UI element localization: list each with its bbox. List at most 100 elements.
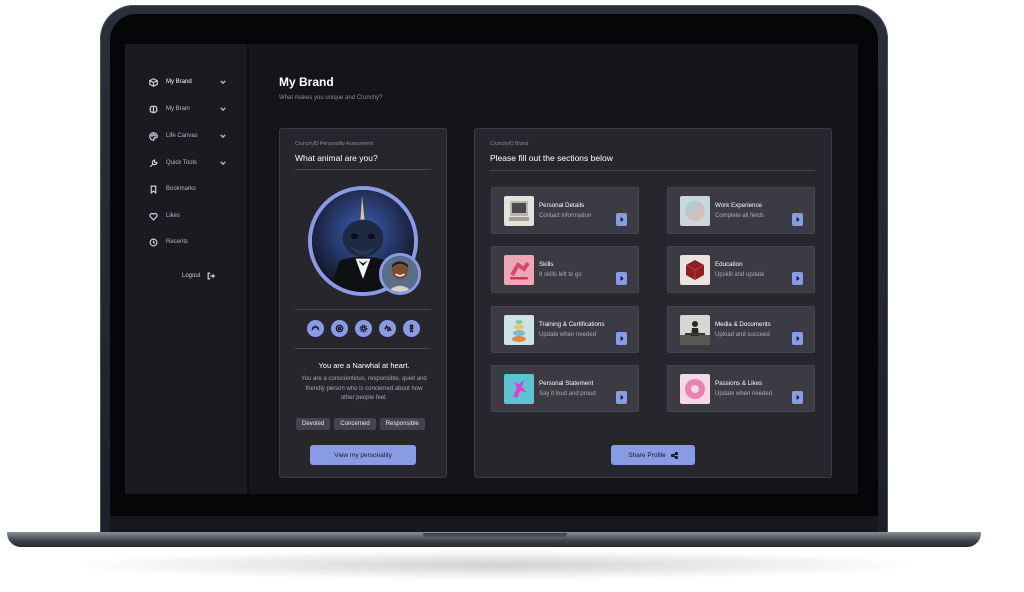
sidebar-item-label: Quick Tools	[166, 160, 197, 166]
donut-thumbnail	[680, 374, 710, 404]
sidebar-item-label: My Brand	[166, 79, 192, 85]
sidebar-item-label: Bookmarks	[166, 186, 197, 192]
personality-panel: CrunchyID Personality Assessment What an…	[279, 128, 447, 478]
cube-icon	[147, 76, 159, 88]
trait-tag: Devoted	[296, 418, 331, 430]
share-profile-label: Share Profile	[628, 451, 666, 459]
brand-kicker: CrunchyID Brand	[490, 141, 529, 147]
logout-icon	[207, 272, 216, 280]
sidebar-item-life-canvas[interactable]: Life Canvas	[147, 128, 227, 144]
chevron-down-icon[interactable]	[219, 132, 227, 140]
computer-thumbnail	[504, 196, 534, 226]
gear-icon[interactable]	[355, 320, 372, 337]
bookmark-icon	[147, 183, 159, 195]
wrench-icon	[147, 157, 159, 169]
chevron-right-icon[interactable]	[616, 272, 627, 285]
sidebar-item-label: My Brain	[166, 106, 190, 112]
section-card-training-certifications[interactable]: Training & Certifications Update when ne…	[491, 306, 639, 353]
card-title: Education	[715, 261, 743, 268]
page-subtitle: What makes you unique and Crunchy?	[279, 95, 383, 101]
card-title: Work Experience	[715, 202, 762, 209]
trait-tag: Concerned	[334, 418, 376, 430]
chevron-right-icon[interactable]	[792, 391, 803, 404]
chevron-down-icon[interactable]	[219, 78, 227, 86]
section-card-passions-likes[interactable]: Passions & Likes Update when needed	[667, 365, 815, 412]
section-card-education[interactable]: Education Upskill and update	[667, 246, 815, 293]
sunrise-icon[interactable]	[307, 320, 324, 337]
chevron-down-icon[interactable]	[219, 105, 227, 113]
chevron-right-icon[interactable]	[616, 332, 627, 345]
red-cube-thumbnail	[680, 255, 710, 285]
skateboarder-thumbnail	[504, 255, 534, 285]
card-subtitle: Upload and succeed	[715, 332, 770, 338]
sidebar: My Brand My Brain Life Canvas Quick Tool…	[125, 44, 249, 494]
chevron-right-icon[interactable]	[616, 213, 627, 226]
figure-thumbnail	[680, 315, 710, 345]
chevron-right-icon[interactable]	[792, 272, 803, 285]
section-card-personal-details[interactable]: Personal Details Contact information	[491, 187, 639, 234]
section-card-skills[interactable]: Skills 8 skills left to go	[491, 246, 639, 293]
person-icon[interactable]	[403, 320, 420, 337]
divider	[295, 169, 431, 170]
chevron-right-icon[interactable]	[792, 332, 803, 345]
gradient-sphere-thumbnail	[680, 196, 710, 226]
laptop-notch	[423, 533, 567, 539]
heart-icon	[147, 210, 159, 222]
card-subtitle: Update when needed	[539, 332, 597, 338]
user-avatar[interactable]	[379, 253, 421, 295]
sidebar-item-label: Likes	[166, 213, 181, 219]
sidebar-item-likes[interactable]: Likes	[147, 208, 227, 224]
trait-tags: Devoted Concerned Responsible	[296, 418, 425, 430]
view-personality-button[interactable]: View my personality	[310, 445, 416, 465]
sidebar-item-my-brain[interactable]: My Brain	[147, 101, 227, 117]
app-screen: My Brand My Brain Life Canvas Quick Tool…	[125, 44, 858, 494]
chevron-down-icon[interactable]	[219, 159, 227, 167]
sidebar-item-bookmarks[interactable]: Bookmarks	[147, 181, 227, 197]
card-title: Skills	[539, 261, 554, 268]
card-title: Passions & Likes	[715, 380, 763, 387]
result-description: You are a conscientious, responsible, qu…	[301, 376, 427, 401]
sidebar-item-my-brand[interactable]: My Brand	[147, 74, 227, 90]
target-icon[interactable]	[331, 320, 348, 337]
card-title: Personal Details	[539, 202, 585, 209]
section-card-work-experience[interactable]: Work Experience Complete all fields	[667, 187, 815, 234]
brand-title: Please fill out the sections below	[490, 153, 613, 163]
trait-tag: Responsible	[379, 418, 425, 430]
share-profile-button[interactable]: Share Profile	[611, 445, 695, 465]
chevron-right-icon[interactable]	[792, 213, 803, 226]
card-subtitle: Complete all fields	[715, 213, 765, 219]
card-subtitle: Update when needed	[715, 391, 773, 397]
card-title: Training & Certifications	[539, 321, 605, 328]
logout-label: Logout	[182, 273, 201, 279]
sidebar-item-recents[interactable]: Recents	[147, 234, 227, 250]
trait-icon-row	[307, 320, 420, 337]
section-card-personal-statement[interactable]: Personal Statement Say it loud and proud	[491, 365, 639, 412]
brain-icon	[147, 103, 159, 115]
divider	[490, 170, 815, 171]
chevron-right-icon[interactable]	[616, 391, 627, 404]
divider	[295, 348, 431, 349]
share-icon	[670, 451, 678, 459]
personality-kicker: CrunchyID Personality Assessment	[295, 141, 374, 147]
card-subtitle: 8 skills left to go	[539, 272, 582, 278]
card-subtitle: Say it loud and proud	[539, 391, 596, 397]
card-subtitle: Contact information	[539, 213, 592, 219]
pink-figure-thumbnail	[504, 374, 534, 404]
laptop-shadow	[60, 550, 930, 580]
palette-icon	[147, 130, 159, 142]
card-title: Media & Documents	[715, 321, 771, 328]
stacked-stones-thumbnail	[504, 315, 534, 345]
card-title: Personal Statement	[539, 380, 594, 387]
screen-chin	[110, 516, 878, 532]
clock-icon	[147, 236, 159, 248]
result-title: You are a Narwhal at heart.	[318, 361, 410, 370]
sidebar-item-quick-tools[interactable]: Quick Tools	[147, 155, 227, 171]
section-card-media-documents[interactable]: Media & Documents Upload and succeed	[667, 306, 815, 353]
logout-button[interactable]: Logout	[182, 272, 216, 280]
sidebar-item-label: Life Canvas	[166, 133, 198, 139]
sidebar-item-label: Recents	[166, 239, 189, 245]
divider	[295, 309, 431, 310]
brand-panel: CrunchyID Brand Please fill out the sect…	[474, 128, 832, 478]
recycle-icon[interactable]	[379, 320, 396, 337]
card-subtitle: Upskill and update	[715, 272, 765, 278]
